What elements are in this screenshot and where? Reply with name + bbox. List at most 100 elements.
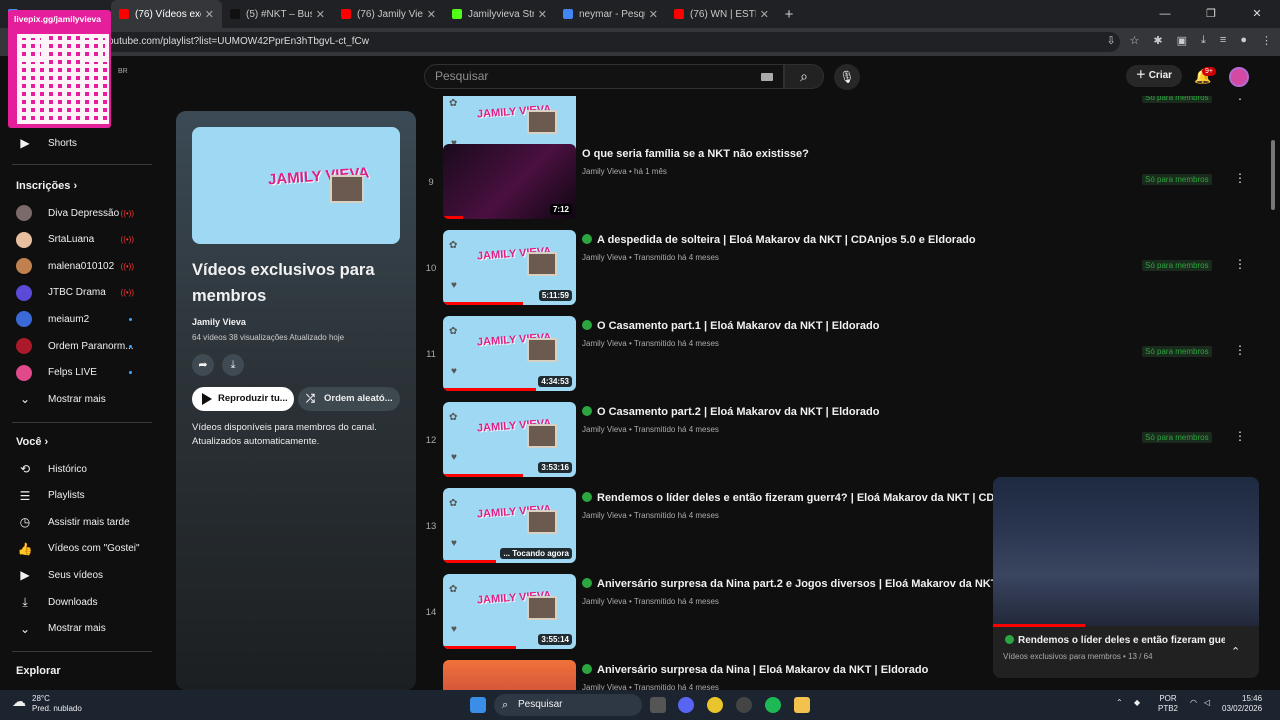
windows-start-icon[interactable]: [470, 697, 486, 713]
create-button[interactable]: ＋ Criar: [1126, 65, 1182, 87]
tab-close-icon[interactable]: ✕: [538, 8, 547, 21]
url-field[interactable]: outube.com/playlist?list=UUMOW42PprEn3hT…: [100, 32, 1120, 52]
sidebar-item-you[interactable]: 👍 Vídeos com "Gostei": [0, 536, 152, 562]
playlist-video-row[interactable]: 12 JAMILY VIEVA ✿ ♥ 3:53:16 O Casamento part.…: [420, 402, 1260, 482]
task-view-icon[interactable]: [650, 697, 666, 713]
close-window-icon[interactable]: ✕: [1234, 0, 1280, 28]
voice-search-button[interactable]: 🎙: [834, 64, 860, 90]
sidebar-item-you[interactable]: ⌄ Mostrar mais: [0, 616, 152, 642]
obs-icon[interactable]: [736, 697, 752, 713]
browser-tab[interactable]: neymar - Pesquisa ✕: [555, 0, 666, 28]
tab-close-icon[interactable]: ✕: [649, 8, 658, 21]
tab-close-icon[interactable]: ✕: [760, 8, 769, 21]
video-title-text: O Casamento part.1 | Eloá Makarov da NKT…: [597, 320, 880, 332]
sidebar-show-more-subs[interactable]: ⌄ Mostrar mais: [0, 386, 152, 412]
chrome-icon[interactable]: [707, 697, 723, 713]
chevron-up-icon[interactable]: ⌃: [1231, 645, 1240, 658]
more-options-icon[interactable]: ⋮: [1234, 343, 1246, 357]
tab-close-icon[interactable]: ✕: [316, 8, 325, 21]
sidebar-subscription[interactable]: JTBC Drama ((•)): [0, 280, 152, 306]
search-input[interactable]: Pesquisar: [424, 64, 784, 89]
nav-item-label: Downloads: [48, 596, 98, 608]
network-icon[interactable]: ◆: [1134, 698, 1140, 707]
more-options-icon[interactable]: ⋮: [1234, 429, 1246, 443]
tab-close-icon[interactable]: ✕: [427, 8, 436, 21]
share-icon[interactable]: ➦: [192, 354, 214, 376]
video-title[interactable]: O Casamento part.2 | Eloá Makarov da NKT…: [582, 406, 1002, 418]
sidebar-subscription[interactable]: Ordem Paranorm...: [0, 333, 152, 359]
sidebar-subscription[interactable]: Diva Depressão ((•)): [0, 200, 152, 226]
miniplayer-video[interactable]: [993, 477, 1259, 626]
scrollbar[interactable]: [1271, 140, 1275, 210]
tab-close-icon[interactable]: ✕: [205, 8, 214, 21]
playlist-video-row[interactable]: 9 7:12 O que seria família se a NKT não ex…: [420, 144, 1260, 224]
sidebar-item-you[interactable]: ◷ Assistir mais tarde: [0, 509, 152, 535]
tray-chevron-icon[interactable]: ⌃: [1116, 698, 1123, 707]
sidebar-subscription[interactable]: meiaum2: [0, 306, 152, 332]
clock[interactable]: 15:46 03/02/2026: [1222, 694, 1262, 714]
bookmark-star-icon[interactable]: ☆: [1130, 34, 1140, 47]
sidebar-item-shorts[interactable]: ▶ Shorts: [0, 130, 152, 156]
menu-icon[interactable]: ⋮: [1261, 34, 1272, 47]
subscriptions-heading[interactable]: Inscrições ›: [16, 180, 77, 192]
sidebar-subscription[interactable]: malena010102 ((•)): [0, 253, 152, 279]
playlist-video-row[interactable]: 11 JAMILY VIEVA ✿ ♥ 4:34:53 O Casamento part.…: [420, 316, 1260, 396]
sidebar-item-you[interactable]: ▶ Seus vídeos: [0, 562, 152, 588]
video-thumbnail[interactable]: JAMILY VIEVA ✿ ♥ 3:53:16: [443, 402, 576, 477]
video-thumbnail[interactable]: 7:12: [443, 144, 576, 219]
browser-tab[interactable]: (76) Jamily Vieva ✕: [333, 0, 444, 28]
more-options-icon[interactable]: ⋮: [1234, 257, 1246, 271]
weather-widget[interactable]: ☁ 28°C Pred. nublado: [12, 694, 82, 714]
new-tab-button[interactable]: +: [777, 6, 801, 23]
sidebar-item-you[interactable]: ⟲ Histórico: [0, 456, 152, 482]
media-icon[interactable]: ≡: [1220, 34, 1226, 47]
sidebar-subscription[interactable]: Felps LIVE: [0, 360, 152, 386]
browser-tab[interactable]: Jamilyvieva Stream ✕: [444, 0, 555, 28]
minimize-icon[interactable]: —: [1142, 0, 1188, 28]
video-thumbnail[interactable]: JAMILY VIEVA ✿ ♥ 5:11:59: [443, 230, 576, 305]
video-title[interactable]: A despedida de solteira | Eloá Makarov d…: [582, 234, 1002, 246]
shuffle-button[interactable]: ⤮ Ordem aleató...: [298, 387, 400, 411]
video-title[interactable]: Aniversário surpresa da Nina | Eloá Maka…: [582, 664, 1002, 676]
browser-tab[interactable]: (76) Vídeos exclus ✕: [111, 0, 222, 28]
file-explorer-icon[interactable]: [794, 697, 810, 713]
video-thumbnail[interactable]: JAMILY VIEVA ✿ ♥ 4:34:53: [443, 316, 576, 391]
sidebar-subscription[interactable]: SrtaLuana ((•)): [0, 227, 152, 253]
video-title[interactable]: Aniversário surpresa da Nina part.2 e Jo…: [582, 578, 1002, 590]
download-icon[interactable]: ⤓: [1201, 34, 1206, 47]
taskbar-search[interactable]: ⌕ Pesquisar: [494, 694, 642, 716]
video-title[interactable]: Rendemos o líder deles e então fizeram g…: [582, 492, 1002, 504]
miniplayer-progress[interactable]: [993, 624, 1085, 627]
video-thumbnail[interactable]: JAMILY VIEVA ✿ ♥ 3:55:14: [443, 574, 576, 649]
install-icon[interactable]: ⇩: [1106, 34, 1115, 47]
video-thumbnail[interactable]: [443, 660, 576, 690]
video-title[interactable]: O Casamento part.1 | Eloá Makarov da NKT…: [582, 320, 1002, 332]
playlist-video-row[interactable]: 10 JAMILY VIEVA ✿ ♥ 5:11:59 A despedida de so…: [420, 230, 1260, 310]
you-heading[interactable]: Você ›: [16, 436, 48, 448]
more-options-icon[interactable]: ⋮: [1234, 96, 1246, 102]
video-title[interactable]: O que seria família se a NKT não existis…: [582, 148, 1002, 160]
sidebar-item-you[interactable]: ☰ Playlists: [0, 483, 152, 509]
video-thumbnail[interactable]: JAMILY VIEVA ✿ ♥... Tocando agora: [443, 488, 576, 563]
more-options-icon[interactable]: ⋮: [1234, 171, 1246, 185]
browser-tab[interactable]: (5) #NKT – Buscar ✕: [222, 0, 333, 28]
wifi-icon[interactable]: ◠: [1190, 698, 1197, 707]
volume-icon[interactable]: ◁: [1204, 698, 1210, 707]
spotify-icon[interactable]: [765, 697, 781, 713]
miniplayer[interactable]: Rendemos o líder deles e então fizeram g…: [993, 477, 1259, 678]
download-icon[interactable]: ⤓: [222, 354, 244, 376]
search-button[interactable]: ⌕: [784, 64, 824, 89]
play-all-button[interactable]: Reproduzir tu...: [192, 387, 294, 411]
puzzle-icon[interactable]: ▣: [1177, 34, 1187, 47]
restore-icon[interactable]: ❐: [1188, 0, 1234, 28]
profile-icon[interactable]: ●: [1240, 34, 1247, 47]
keyboard-icon[interactable]: [761, 73, 773, 81]
extension-icon[interactable]: ✱: [1153, 34, 1162, 47]
discord-icon[interactable]: [678, 697, 694, 713]
avatar[interactable]: [1229, 67, 1249, 87]
browser-tab[interactable]: (76) WN | ESTRAT ✕: [666, 0, 777, 28]
playlist-owner[interactable]: Jamily Vieva: [192, 317, 246, 327]
playlist-thumbnail[interactable]: JAMILY VIEVA: [192, 127, 400, 244]
language-indicator[interactable]: POR PTB2: [1158, 694, 1178, 714]
sidebar-item-you[interactable]: ⤓ Downloads: [0, 589, 152, 615]
